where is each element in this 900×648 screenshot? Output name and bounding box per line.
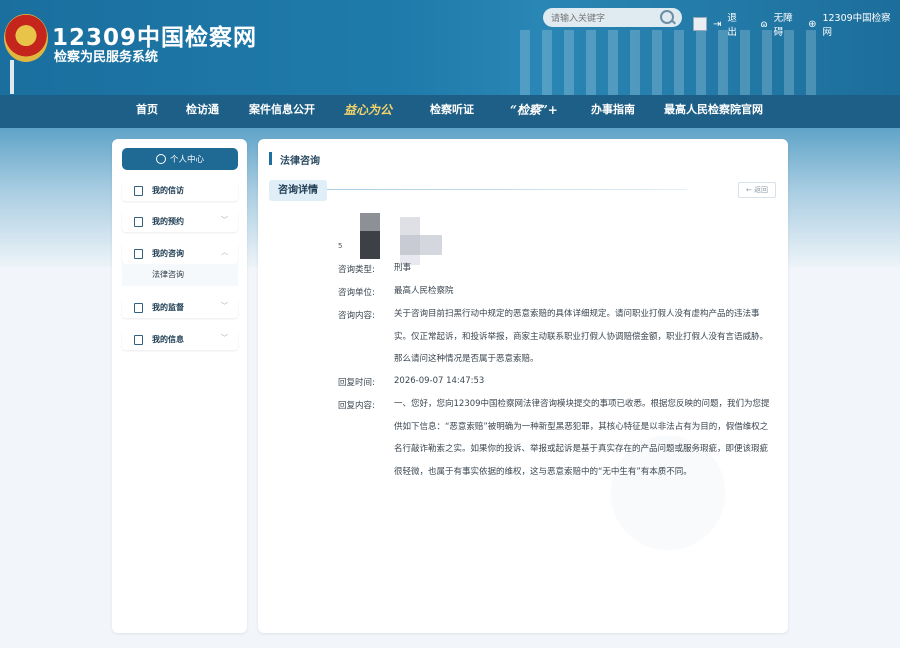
logo-subtitle: 检察为民服务系统 [54,50,159,65]
masked-name-block [360,213,380,231]
national-emblem-icon [4,14,48,62]
field-value: 一、您好，您向12309中国检察网法律咨询模块提交的事项已收悉。根据您反映的问题… [394,399,770,477]
document-icon [134,249,143,259]
main-nav: 首页 检访通 案件信息公开 益心为公 检察听证 “检察”+ 办事指南 最高人民检… [0,95,900,128]
accessibility-icon[interactable]: ɷ [760,19,767,30]
masked-name-block [360,231,380,259]
sidebar: 个人中心 我的信访 我的预约 ﹀ 我的咨询 ︿ 法律咨询 我的监督 ﹀ 我的信息… [112,139,247,633]
copy-icon [134,303,143,313]
field-value: 刑事 [394,263,412,273]
sidebar-item-consultations[interactable]: 我的咨询 ︿ [122,243,238,264]
broken-image-icon [693,17,707,31]
nav-jianfangtong[interactable]: 检访通 [186,95,219,128]
field-label: 咨询内容: [338,311,375,321]
globe-icon[interactable]: ⊕ [808,19,816,30]
sidebar-item-label: 我的预约 [152,217,184,226]
field-value: 关于咨询目前扫黑行动中规定的恶意索赔的具体详细规定。请问职业打假人没有虚构产品的… [394,309,769,364]
nav-home[interactable]: 首页 [136,95,158,128]
sidebar-subitem-legal-consult[interactable]: 法律咨询 [122,264,238,286]
sidebar-item-supervision[interactable]: 我的监督 ﹀ [122,297,238,318]
search-icon[interactable] [660,10,674,24]
chevron-down-icon: ﹀ [221,216,228,224]
nav-yixinweigong[interactable]: 益心为公 [344,95,392,128]
sidebar-item-appointments[interactable]: 我的预约 ﹀ [122,211,238,232]
back-button[interactable]: ← 返回 [738,182,776,198]
nav-guide[interactable]: 办事指南 [591,95,635,128]
document-icon [134,217,143,227]
field-label: 回复时间: [338,378,375,388]
logout-icon[interactable]: ⇥ [713,19,721,30]
accessibility-link[interactable]: 无障碍 [774,10,802,38]
main-panel: 法律咨询 咨询详情 ← 返回 5 咨询类型: 刑事 咨询单位: 最高人民检察院 … [258,139,788,633]
masked-name-block [400,217,420,235]
sidebar-item-info[interactable]: 我的信息 ﹀ [122,329,238,350]
chevron-down-icon: ﹀ [221,334,228,342]
masked-name-block [420,235,442,255]
logout-link[interactable]: 退出 [727,10,746,38]
breadcrumb: 法律咨询 [280,156,320,167]
chevron-down-icon: ﹀ [221,302,228,310]
sidebar-item-label: 我的信访 [152,186,184,195]
field-label: 咨询类型: [338,265,375,275]
user-icon [155,154,166,164]
search-box[interactable] [543,8,682,28]
info-document-icon [134,335,143,345]
personal-center-button[interactable]: 个人中心 [122,148,238,170]
site-header: 12309中国检察网 检察为民服务系统 ⇥ 退出 ɷ 无障碍 ⊕ 12309中国… [0,0,900,95]
search-input[interactable] [549,9,658,28]
sidebar-item-label: 我的监督 [152,303,184,312]
nav-jiancha-plus[interactable]: “检察”+ [510,95,558,128]
chevron-up-icon: ︿ [221,248,228,256]
tab-underline [327,189,687,190]
field-value: 2026-09-07 14:47:53 [394,376,485,386]
field-label: 咨询单位: [338,288,375,298]
folder-icon [134,186,143,196]
personal-center-label: 个人中心 [169,155,204,165]
emblem-stand [10,60,14,94]
masked-name-block [400,235,420,255]
field-value: 最高人民检察院 [394,286,454,296]
building-background [520,30,820,95]
tab-consult-detail[interactable]: 咨询详情 [269,180,327,201]
nav-case-info[interactable]: 案件信息公开 [249,95,315,128]
nav-spp-official[interactable]: 最高人民检察院官网 [664,95,763,128]
site-link[interactable]: 12309中国检察网 [822,10,900,38]
sidebar-item-label: 我的咨询 [152,249,184,258]
name-fragment: 5 [338,242,343,250]
sidebar-item-petitions[interactable]: 我的信访 [122,180,238,201]
nav-jiancha-plus-label: “检察”+ [510,103,558,117]
breadcrumb-marker [269,152,272,165]
nav-hearing[interactable]: 检察听证 [430,95,474,128]
sidebar-subitem-label: 法律咨询 [152,270,184,279]
field-label: 回复内容: [338,401,375,411]
sidebar-item-label: 我的信息 [152,335,184,344]
top-links: ⇥ 退出 ɷ 无障碍 ⊕ 12309中国检察网 [693,10,900,38]
